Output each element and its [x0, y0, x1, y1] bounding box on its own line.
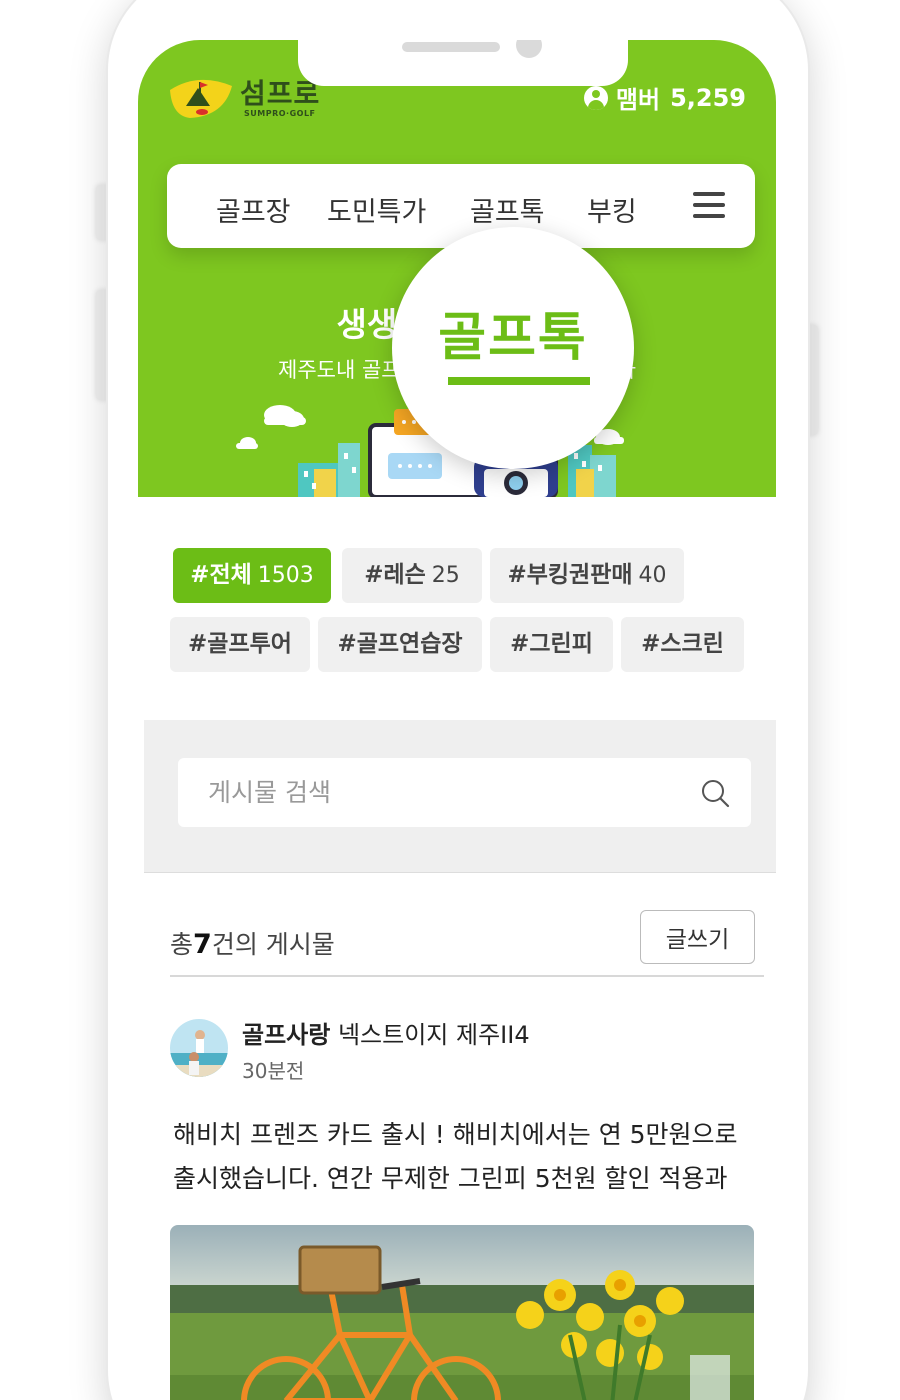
tag-label: #레슨	[364, 562, 426, 588]
nav-item-resident-deals[interactable]: 도민특가	[327, 190, 426, 229]
tag-label: #골프투어	[188, 631, 292, 657]
write-post-button[interactable]: 글쓰기	[640, 910, 755, 964]
tag-count: 40	[638, 563, 667, 588]
avatar	[170, 1019, 228, 1077]
tag-count: 25	[431, 563, 460, 588]
member-label: 맴버	[615, 86, 661, 114]
nav-item-golf-talk[interactable]: 골프톡	[470, 190, 545, 229]
hero-subtitle-text: 제주도내 골프	[278, 358, 401, 382]
logo-name: 섬프로	[240, 76, 321, 110]
main-nav: 골프장 도민특가 골프톡 부킹	[167, 164, 755, 248]
post-list-header: 총7건의 게시물 글쓰기	[170, 905, 764, 977]
tag-green-fee[interactable]: #그린피	[490, 617, 613, 672]
search-input[interactable]	[208, 758, 678, 827]
logo-wordmark: 섬프로 SUMPRO·GOLF	[240, 76, 321, 118]
phone-screen: 섬프로 SUMPRO·GOLF 맴버 5,259 골프장 도민특가 골프톡 부킹…	[138, 40, 776, 1400]
tag-golf-tour[interactable]: #골프투어	[170, 617, 310, 672]
nav-item-booking[interactable]: 부킹	[587, 190, 637, 229]
tag-driving-range[interactable]: #골프연습장	[318, 617, 482, 672]
member-number: 5,259	[670, 83, 746, 112]
phone-notch	[298, 40, 628, 86]
brand-logo[interactable]: 섬프로 SUMPRO·GOLF	[168, 76, 320, 120]
tag-screen[interactable]: #스크린	[621, 617, 744, 672]
search-section	[144, 720, 776, 873]
logo-tagline: SUMPRO·GOLF	[244, 108, 316, 118]
post-total-suffix: 건의 게시물	[211, 930, 335, 959]
tag-all[interactable]: #전체 1503	[173, 548, 331, 603]
search-icon[interactable]	[700, 778, 730, 808]
front-camera	[516, 40, 542, 58]
post-body: 해비치 프렌즈 카드 출시 ! 해비치에서는 연 5만원으로 출시했습니다. 연…	[173, 1113, 773, 1201]
post-body-line: 출시했습니다. 연간 무제한 그린피 5천원 할인 적용과	[173, 1164, 728, 1193]
user-icon	[583, 85, 608, 110]
post-author: 골프사랑 넥스트이지 제주II4	[242, 1015, 530, 1050]
tag-label: #골프연습장	[337, 631, 463, 657]
tag-count: 1503	[257, 563, 314, 588]
post-body-line: 해비치 프렌즈 카드 출시 ! 해비치에서는 연 5만원으로	[173, 1120, 738, 1149]
speaker-grille	[402, 42, 500, 52]
search-box	[178, 758, 751, 827]
tag-booking-sale[interactable]: #부킹권판매 40	[490, 548, 684, 603]
nav-item-golf-course[interactable]: 골프장	[216, 190, 291, 229]
magnified-tab-highlight: 골프톡	[392, 227, 634, 469]
post-time: 30분전	[242, 1059, 305, 1083]
post-course: 넥스트이지 제주II4	[337, 1021, 530, 1049]
hamburger-menu-icon[interactable]	[693, 192, 725, 218]
post-total-count: 7	[193, 929, 212, 960]
magnified-tab-underline	[448, 377, 590, 385]
tag-label: #그린피	[510, 631, 593, 657]
post-total: 총7건의 게시물	[170, 925, 335, 961]
tag-label: #부킹권판매	[507, 562, 633, 588]
post-total-prefix: 총	[170, 930, 194, 959]
post-photo	[170, 1225, 754, 1400]
tag-label: #스크린	[641, 631, 724, 657]
magnified-tab-label: 골프톡	[438, 308, 588, 368]
post-author-name: 골프사랑	[242, 1021, 331, 1049]
member-count: 맴버 5,259	[583, 80, 746, 115]
tag-lesson[interactable]: #레슨 25	[342, 548, 482, 603]
tag-label: #전체	[190, 562, 252, 588]
golf-flag-logo-icon	[170, 79, 232, 118]
